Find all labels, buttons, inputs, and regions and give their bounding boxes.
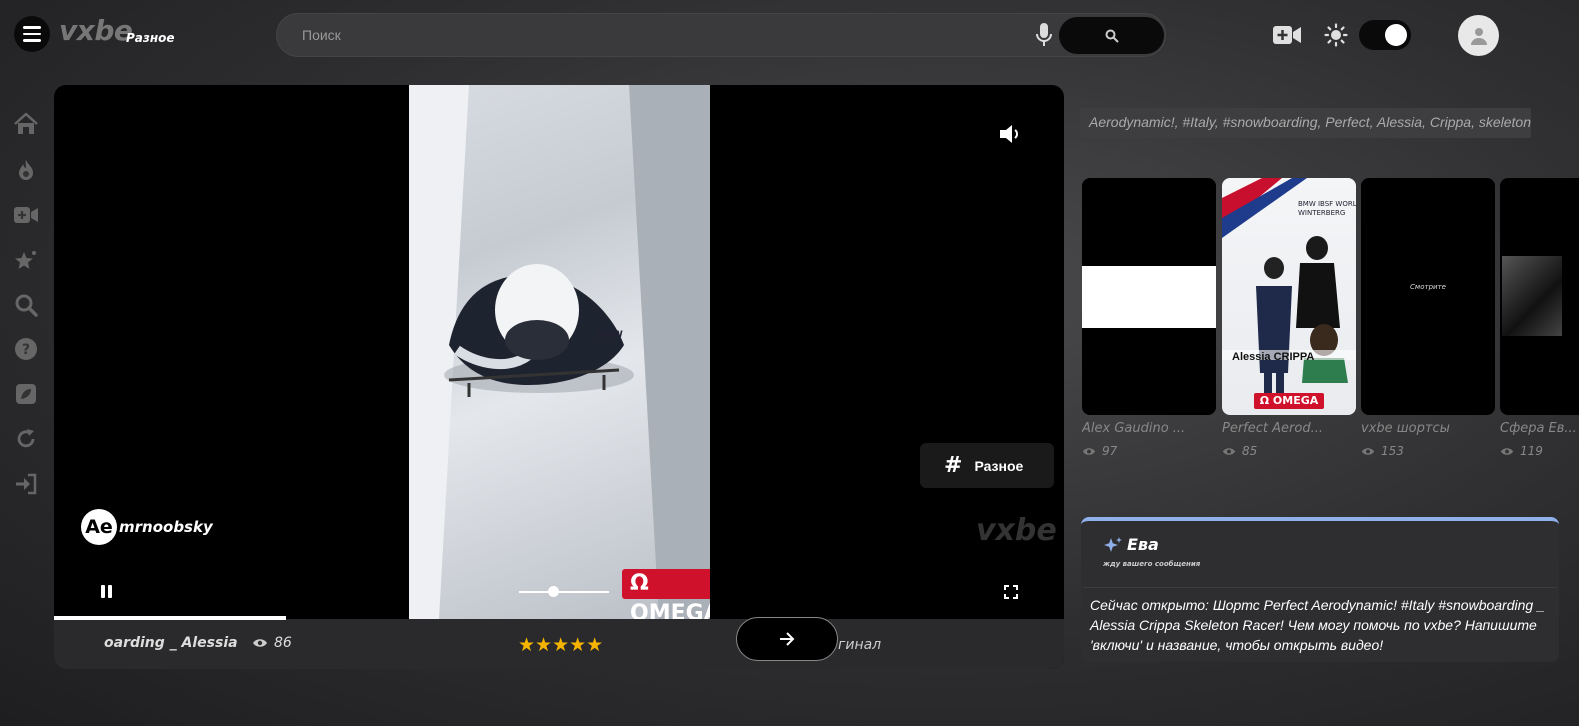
svg-text:?: ? [22, 342, 30, 358]
video-card-views-value: 97 [1102, 444, 1118, 458]
pause-icon-bar [101, 585, 105, 598]
help-icon[interactable]: ? [13, 336, 39, 362]
original-label[interactable]: гинал [838, 637, 881, 653]
svg-text:BMW: BMW [597, 330, 623, 340]
add-video-icon[interactable] [1272, 24, 1302, 46]
user-icon [1470, 27, 1487, 45]
pause-icon-bar [108, 585, 112, 598]
logo-category: Разное [126, 31, 175, 45]
view-count: 86 [252, 635, 292, 651]
volume-icon[interactable] [998, 123, 1022, 145]
video-card[interactable]: Alex Gaudino ... 97 [1082, 178, 1216, 458]
sparkle-icon [1104, 536, 1122, 552]
video-card-views-value: 119 [1520, 444, 1543, 458]
menu-bar [23, 32, 41, 36]
menu-button[interactable] [14, 16, 50, 52]
hash-icon: # [944, 453, 963, 478]
search-button[interactable] [1059, 17, 1164, 54]
menu-bar [23, 39, 41, 42]
category-label: Разное [974, 457, 1024, 474]
menu-bar [23, 26, 41, 29]
video-card-views: 153 [1361, 444, 1495, 458]
add-video-nav-icon[interactable] [13, 202, 39, 228]
thumbnail-scene: BMW IBSF WORLD WINTERBERG [1222, 178, 1356, 395]
pause-button[interactable] [101, 585, 113, 599]
video-scene: BMW [409, 85, 710, 619]
thumbnail-sign-line: WINTERBERG [1298, 209, 1345, 217]
thumbnail-omega-badge: Ω OMEGA [1254, 393, 1324, 409]
thumbnail-caption: Смотрите [1410, 283, 1446, 291]
video-card-title[interactable]: Alex Gaudino ... [1082, 421, 1216, 436]
assistant-chat: Ева жду вашего сообщения Сейчас открыто:… [1081, 517, 1559, 662]
search-icon [1105, 29, 1119, 43]
video-tags: Aerodynamic!, #Italy, #snowboarding, Per… [1080, 108, 1531, 138]
video-card-views: 119 [1500, 444, 1579, 458]
fire-icon[interactable] [13, 157, 39, 183]
assistant-status: жду вашего сообщения [1103, 560, 1201, 568]
toggle-knob [1385, 24, 1407, 46]
related-videos: Alex Gaudino ... 97 BMW IBSF WORLD WINTE… [1082, 178, 1579, 468]
search-bar [276, 13, 1166, 57]
video-card-views-value: 153 [1381, 444, 1404, 458]
login-icon[interactable] [13, 471, 39, 497]
assistant-header: Ева [1103, 535, 1159, 554]
progress-bar[interactable] [54, 616, 287, 620]
eye-icon [253, 639, 267, 647]
assistant-name: Ева [1127, 535, 1159, 554]
video-card[interactable]: Смотрите vxbe шортсы 153 [1361, 178, 1495, 458]
refresh-icon[interactable] [13, 426, 39, 452]
rating-stars[interactable]: ★★★★★ [518, 634, 603, 656]
video-card-title[interactable]: Perfect Aerod... [1222, 421, 1356, 436]
sun-icon[interactable] [1324, 23, 1348, 47]
video-card[interactable]: Сфера Ев... 119 [1500, 178, 1579, 458]
video-card-title[interactable]: vxbe шортсы [1361, 421, 1495, 436]
channel-link[interactable]: Ae mrnoobsky [81, 509, 213, 545]
video-card-views: 85 [1222, 444, 1356, 458]
video-title: oarding _ Alessia Cri [104, 635, 240, 651]
view-count-value: 86 [274, 635, 292, 651]
video-card-views-value: 85 [1242, 444, 1258, 458]
leaf-icon[interactable] [13, 381, 39, 407]
video-player[interactable]: BMW Ω OMEGA # Разное vxbe Ae mrnoobsky o… [54, 85, 1064, 669]
thumbnail-name-tag: Alessia CRIPPA [1232, 351, 1315, 363]
user-avatar[interactable] [1458, 15, 1499, 56]
category-button[interactable]: # Разное [920, 443, 1054, 488]
logo[interactable]: vxbe [59, 14, 133, 47]
eye-icon [1361, 447, 1375, 455]
video-thumbnail[interactable] [1082, 178, 1216, 415]
video-card-views: 97 [1082, 444, 1216, 458]
eye-icon [1500, 447, 1514, 455]
microphone-icon[interactable] [1034, 22, 1054, 48]
assistant-message: Сейчас открыто: Шортс Perfect Aerodynami… [1083, 587, 1557, 661]
favorites-icon[interactable] [13, 248, 39, 274]
omega-badge: Ω OMEGA [622, 569, 710, 619]
fullscreen-icon[interactable] [1004, 585, 1018, 599]
player-watermark: vxbe [976, 513, 1057, 548]
video-thumbnail[interactable] [1500, 178, 1579, 415]
channel-avatar: Ae [81, 509, 117, 545]
video-card-title[interactable]: Сфера Ев... [1500, 421, 1579, 436]
video-frame[interactable]: BMW Ω OMEGA [409, 85, 710, 619]
home-icon[interactable] [13, 111, 39, 137]
channel-name: mrnoobsky [119, 518, 213, 536]
video-thumbnail[interactable]: Смотрите [1361, 178, 1495, 415]
theme-toggle[interactable] [1359, 20, 1411, 50]
search-input[interactable] [302, 25, 1002, 45]
eye-icon [1082, 447, 1096, 455]
volume-slider[interactable] [519, 586, 609, 597]
thumbnail-sign-line: BMW IBSF WORLD [1298, 200, 1356, 208]
arrow-right-icon [780, 632, 795, 646]
search-nav-icon[interactable] [13, 292, 39, 318]
next-video-button[interactable] [736, 617, 838, 661]
eye-icon [1222, 447, 1236, 455]
video-card[interactable]: BMW IBSF WORLD WINTERBERG Alessia CRIPPA… [1222, 178, 1356, 458]
video-thumbnail[interactable]: BMW IBSF WORLD WINTERBERG Alessia CRIPPA… [1222, 178, 1356, 415]
